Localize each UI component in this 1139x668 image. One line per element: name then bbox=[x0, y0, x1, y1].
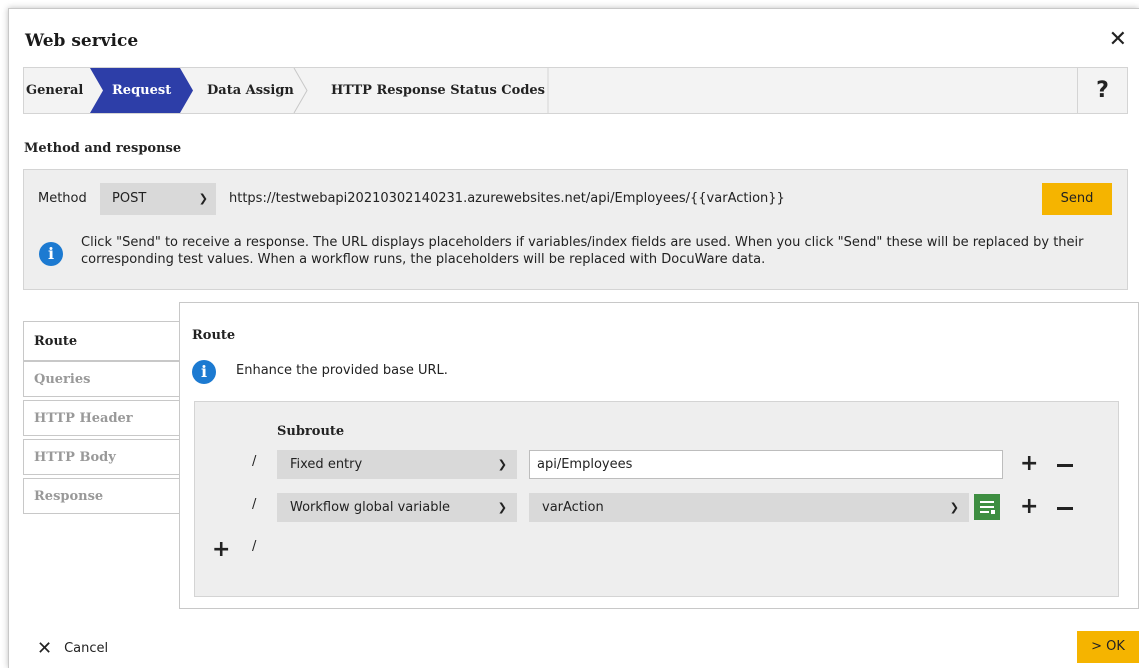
info-text: Click "Send" to receive a response. The … bbox=[81, 235, 1084, 267]
tab-http-header[interactable]: HTTP Header bbox=[23, 400, 181, 436]
slash-separator: / bbox=[252, 454, 257, 469]
remove-row-icon[interactable] bbox=[1057, 464, 1073, 467]
tab-request[interactable]: Request bbox=[112, 68, 171, 113]
slash-separator: / bbox=[252, 497, 257, 512]
method-section-title: Method and response bbox=[24, 141, 182, 156]
tab-queries[interactable]: Queries bbox=[23, 361, 181, 397]
subroute-type-select[interactable]: Workflow global variable ❯ bbox=[277, 493, 517, 522]
add-subroute-icon[interactable]: + bbox=[212, 539, 230, 561]
wizard-steps-bg bbox=[90, 68, 549, 113]
method-select[interactable]: POST ❯ bbox=[100, 183, 216, 215]
info-icon: i bbox=[39, 242, 63, 266]
subroute-box: Subroute / Fixed entry ❯ api/Employees +… bbox=[194, 401, 1119, 597]
wizard-steps: General Request Data Assign HTTP Respons… bbox=[23, 67, 1128, 114]
subroute-type-select[interactable]: Fixed entry ❯ bbox=[277, 450, 517, 479]
tab-http-response-status-codes[interactable]: HTTP Response Status Codes bbox=[331, 68, 545, 113]
tab-route[interactable]: Route bbox=[23, 321, 183, 361]
method-panel: Method POST ❯ https://testwebapi20210302… bbox=[23, 169, 1128, 290]
route-title: Route bbox=[192, 328, 236, 343]
tab-general[interactable]: General bbox=[26, 68, 83, 113]
chevron-down-icon: ❯ bbox=[198, 192, 208, 205]
list-icon bbox=[980, 501, 995, 514]
route-hint: Enhance the provided base URL. bbox=[236, 363, 448, 378]
chevron-down-icon: ❯ bbox=[497, 501, 507, 514]
help-icon[interactable]: ? bbox=[1077, 68, 1127, 113]
method-value: POST bbox=[112, 191, 147, 206]
send-button[interactable]: Send bbox=[1042, 183, 1112, 215]
variable-value: varAction bbox=[542, 500, 604, 515]
method-label: Method bbox=[38, 191, 87, 206]
ok-button[interactable]: > OK bbox=[1077, 631, 1139, 663]
web-service-dialog: Web service ✕ General Request Data Assig… bbox=[8, 8, 1139, 668]
route-panel: Route i Enhance the provided base URL. S… bbox=[179, 302, 1139, 609]
cancel-button[interactable]: ✕ Cancel bbox=[37, 638, 108, 659]
add-row-icon[interactable]: + bbox=[1020, 496, 1038, 518]
variable-picker-icon[interactable] bbox=[974, 494, 1000, 520]
subroute-type-value: Fixed entry bbox=[290, 457, 363, 472]
chevron-down-icon: ❯ bbox=[949, 501, 959, 514]
chevron-down-icon: ❯ bbox=[497, 458, 507, 471]
tab-http-body[interactable]: HTTP Body bbox=[23, 439, 181, 475]
request-url: https://testwebapi20210302140231.azurewe… bbox=[229, 191, 785, 206]
close-icon: ✕ bbox=[37, 638, 53, 659]
cancel-label: Cancel bbox=[64, 641, 109, 656]
tab-data-assign[interactable]: Data Assign bbox=[207, 68, 294, 113]
variable-select[interactable]: varAction ❯ bbox=[529, 493, 969, 522]
subroute-title: Subroute bbox=[277, 424, 345, 439]
info-icon: i bbox=[192, 360, 216, 384]
remove-row-icon[interactable] bbox=[1057, 507, 1073, 510]
slash-separator: / bbox=[252, 539, 257, 554]
close-icon[interactable]: ✕ bbox=[1109, 29, 1127, 51]
subroute-type-value: Workflow global variable bbox=[290, 500, 451, 515]
subroute-value-input[interactable]: api/Employees bbox=[529, 450, 1003, 479]
add-row-icon[interactable]: + bbox=[1020, 453, 1038, 475]
step-separator bbox=[293, 68, 308, 113]
tab-response[interactable]: Response bbox=[23, 478, 181, 514]
dialog-title: Web service bbox=[25, 31, 139, 51]
